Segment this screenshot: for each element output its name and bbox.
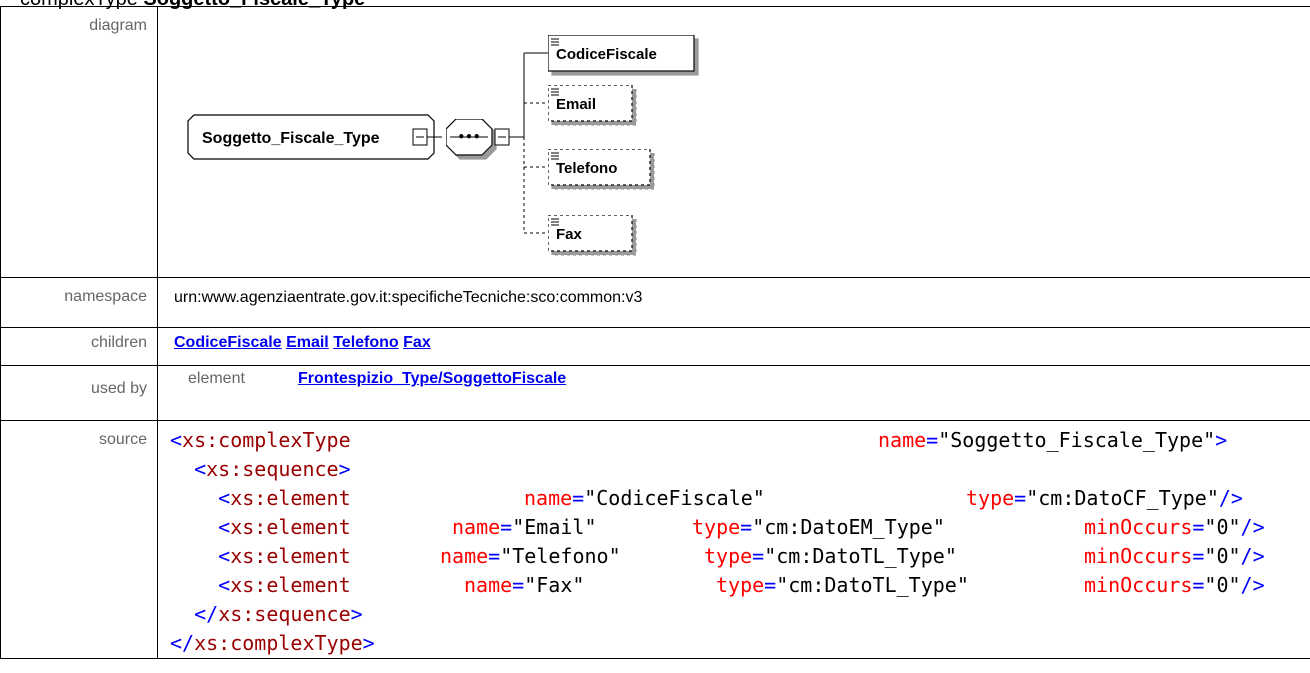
element-telefono[interactable]: Telefono: [547, 148, 651, 186]
source-line: <xs:complexType name="Soggetto_Fiscale_Ty…: [170, 428, 1228, 452]
child-link-fax[interactable]: Fax: [403, 334, 431, 351]
source-line: </xs:sequence>: [194, 602, 363, 626]
children-cell: CodiceFiscale Email Telefono Fax: [157, 327, 1310, 366]
used-by-label: used by: [0, 365, 158, 421]
sequence-collapse-icon[interactable]: [494, 128, 510, 146]
used-by-cell: element Frontespizio_Type/SoggettoFiscale: [157, 365, 1310, 421]
source-code: <xs:complexType name="Soggetto_Fiscale_Ty…: [158, 421, 1310, 658]
element-codicefiscale[interactable]: CodiceFiscale: [547, 34, 695, 72]
source-line: <xs:sequence>: [194, 457, 351, 481]
diagram-row: diagram Soggetto_Fiscale_Type ••• Codice…: [0, 6, 1310, 278]
child-link-codicefiscale[interactable]: CodiceFiscale: [174, 334, 282, 351]
element-codicefiscale-label: CodiceFiscale: [556, 46, 657, 63]
source-line: <xs:element name="Email" type="cm:DatoEM_T…: [218, 515, 1265, 539]
used-by-entry: element Frontespizio_Type/SoggettoFiscale: [158, 366, 1310, 388]
children-label: children: [0, 327, 158, 366]
source-line: <xs:element name="Fax" type="cm:DatoTL_Typ…: [218, 573, 1265, 597]
used-by-row: used by element Frontespizio_Type/Soggett…: [0, 365, 1310, 421]
source-line: <xs:element name="CodiceFiscale" type="cm:…: [218, 486, 1243, 510]
namespace-cell: urn:www.agenziaentrate.gov.it:specifiche…: [157, 277, 1310, 328]
diagram-label: diagram: [0, 6, 158, 278]
element-email[interactable]: Email: [547, 84, 633, 122]
source-line: </xs:complexType>: [170, 631, 375, 655]
collapse-toggle-icon[interactable]: [412, 128, 428, 146]
element-email-label: Email: [556, 96, 596, 113]
sequence-node[interactable]: •••: [445, 118, 493, 156]
element-fax-label: Fax: [556, 226, 583, 243]
element-fax[interactable]: Fax: [547, 214, 633, 252]
child-link-telefono[interactable]: Telefono: [333, 334, 398, 351]
child-link-email[interactable]: Email: [286, 334, 329, 351]
namespace-value: urn:www.agenziaentrate.gov.it:specifiche…: [174, 289, 643, 306]
source-cell: <xs:complexType name="Soggetto_Fiscale_Ty…: [157, 420, 1310, 659]
diagram-cell: Soggetto_Fiscale_Type ••• CodiceFiscale …: [157, 6, 1310, 278]
source-label: source: [0, 420, 158, 659]
used-by-kind: element: [188, 370, 245, 387]
used-by-link[interactable]: Frontespizio_Type/SoggettoFiscale: [298, 370, 566, 387]
sequence-icon: •••: [457, 130, 480, 144]
source-line: <xs:element name="Telefono" type="cm:DatoT…: [218, 544, 1265, 568]
element-telefono-label: Telefono: [556, 160, 617, 177]
schema-doc-table: diagram Soggetto_Fiscale_Type ••• Codice…: [0, 6, 1310, 659]
complex-type-name: Soggetto_Fiscale_Type: [202, 130, 380, 147]
namespace-row: namespace urn:www.agenziaentrate.gov.it:…: [0, 277, 1310, 328]
children-links: CodiceFiscale Email Telefono Fax: [158, 328, 1310, 352]
schema-diagram: Soggetto_Fiscale_Type ••• CodiceFiscale …: [187, 34, 695, 252]
source-row: source <xs:complexType name="Soggetto_Fis…: [0, 420, 1310, 659]
complex-type-node[interactable]: Soggetto_Fiscale_Type: [187, 114, 435, 160]
namespace-label: namespace: [0, 277, 158, 328]
children-row: children CodiceFiscale Email Telefono Fa…: [0, 327, 1310, 366]
